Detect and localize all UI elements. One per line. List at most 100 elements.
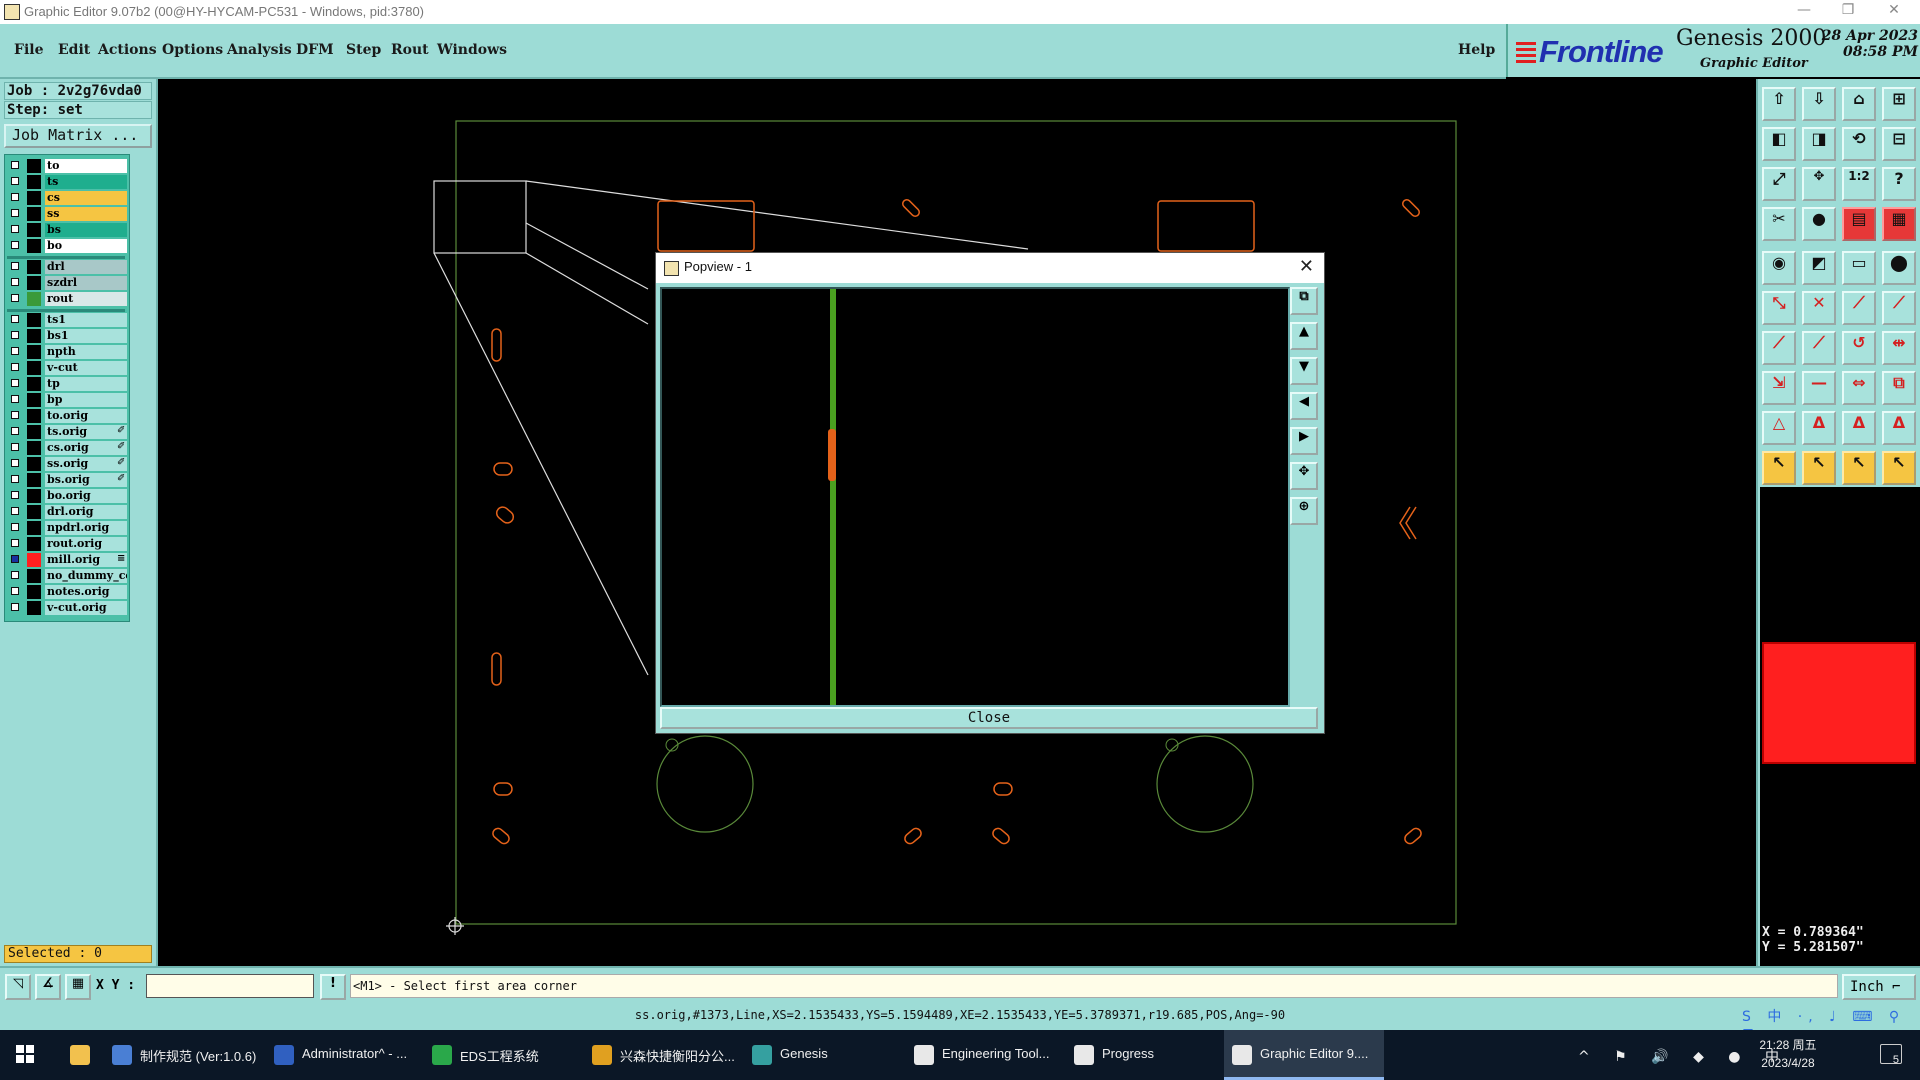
pad-icon[interactable]: ●	[1802, 207, 1836, 241]
menu-options[interactable]: Options	[162, 42, 223, 58]
layer-row[interactable]: bo	[9, 239, 127, 253]
popview-title-bar[interactable]: Popview - 1 ✕	[656, 253, 1324, 283]
layer-color-swatch[interactable]	[27, 585, 41, 599]
pad-add-icon[interactable]: ◉	[1762, 251, 1796, 285]
layer-checkbox[interactable]	[11, 347, 19, 355]
taskbar-item[interactable]: 制作规范 (Ver:1.0.6)	[104, 1030, 264, 1080]
layer-name[interactable]: bs.orig	[45, 473, 127, 487]
layer-name[interactable]: bo.orig	[45, 489, 127, 503]
delete-node-icon[interactable]: ✕	[1802, 291, 1836, 325]
select-pointer-icon[interactable]: ↖	[1762, 451, 1796, 485]
line-edit-icon[interactable]: ⟋	[1802, 331, 1836, 365]
layer-checkbox[interactable]	[11, 278, 19, 286]
copy-icon[interactable]: ⧉	[1882, 371, 1916, 405]
popview-pan-right-icon[interactable]: ▶	[1290, 427, 1318, 455]
layer-checkbox[interactable]	[11, 209, 19, 217]
layer-checkbox[interactable]	[11, 193, 19, 201]
layer-row[interactable]: ts	[9, 175, 127, 189]
layer-row[interactable]: drl.orig	[9, 505, 127, 519]
start-button[interactable]	[0, 1030, 54, 1080]
layer-row[interactable]: bs	[9, 223, 127, 237]
menu-analysis[interactable]: Analysis	[227, 42, 292, 58]
select-box-icon[interactable]: ↖	[1802, 451, 1836, 485]
menu-step[interactable]: Step	[346, 42, 381, 58]
one-to-one-icon[interactable]: 1:2	[1842, 167, 1876, 201]
ruler-icon[interactable]: ▭	[1842, 251, 1876, 285]
xy-input[interactable]	[146, 974, 314, 998]
layer-row[interactable]: ts1	[9, 313, 127, 327]
layer-color-swatch[interactable]	[27, 239, 41, 253]
layer-name[interactable]: notes.orig	[45, 585, 127, 599]
layer-name[interactable]: cs	[45, 191, 127, 205]
layer-row[interactable]: tp	[9, 377, 127, 391]
triangle-icon[interactable]: △	[1762, 411, 1796, 445]
move-icon[interactable]: ⇲	[1762, 371, 1796, 405]
pan-right-icon[interactable]: ◨	[1802, 127, 1836, 161]
layer-color-swatch[interactable]	[27, 537, 41, 551]
stretch-icon[interactable]: ⇔	[1842, 371, 1876, 405]
layer-name[interactable]: ts.orig	[45, 425, 127, 439]
layer-color-swatch[interactable]	[27, 361, 41, 375]
popview-zoom-fit-icon[interactable]: ⧉	[1290, 287, 1318, 315]
home-icon[interactable]: ⌂	[1842, 87, 1876, 121]
layer-row[interactable]: to.orig	[9, 409, 127, 423]
layer-checkbox[interactable]	[11, 603, 19, 611]
layer-name[interactable]: npth	[45, 345, 127, 359]
popview-canvas[interactable]	[660, 287, 1290, 707]
layer-row[interactable]: to	[9, 159, 127, 173]
layer-row[interactable]: v-cut	[9, 361, 127, 375]
layer-row[interactable]: bs.orig ✐	[9, 473, 127, 487]
layer-name[interactable]: szdrl	[45, 276, 127, 290]
layer-name[interactable]: bp	[45, 393, 127, 407]
layer-row[interactable]: cs	[9, 191, 127, 205]
taskbar-item[interactable]: Engineering Tool...	[906, 1030, 1064, 1080]
popview-pan-left-icon[interactable]: ◀	[1290, 392, 1318, 420]
popview-close-icon[interactable]: ✕	[1299, 256, 1314, 277]
layer-color-swatch[interactable]	[27, 159, 41, 173]
pan-left-icon[interactable]: ◧	[1762, 127, 1796, 161]
layer-name[interactable]: ts1	[45, 313, 127, 327]
layer-row[interactable]: bp	[9, 393, 127, 407]
popview-zoom-out-icon[interactable]: ⊕	[1290, 497, 1318, 525]
layer-color-swatch[interactable]	[27, 489, 41, 503]
select-net-icon[interactable]: ↖	[1882, 451, 1916, 485]
menu-rout[interactable]: Rout	[391, 42, 429, 58]
layer-checkbox[interactable]	[11, 427, 19, 435]
layer-name[interactable]: ss.orig	[45, 457, 127, 471]
layer-color-swatch[interactable]	[27, 553, 41, 567]
layer-checkbox[interactable]	[11, 459, 19, 467]
layer-name[interactable]: drl	[45, 260, 127, 274]
layer-color-swatch[interactable]	[27, 473, 41, 487]
layer-row[interactable]: notes.orig	[9, 585, 127, 599]
redraw-icon[interactable]: ⟲	[1842, 127, 1876, 161]
job-matrix-button[interactable]: Job Matrix ...	[4, 124, 152, 148]
popview-zoom-in-icon[interactable]: ✥	[1290, 462, 1318, 490]
layer-checkbox[interactable]	[11, 177, 19, 185]
connect-icon[interactable]: ⤡	[1762, 291, 1796, 325]
layer-row[interactable]: szdrl	[9, 276, 127, 290]
layer-checkbox[interactable]	[11, 491, 19, 499]
layer-color-swatch[interactable]	[27, 276, 41, 290]
layer-color-swatch[interactable]	[27, 425, 41, 439]
layer-name[interactable]: to	[45, 159, 127, 173]
taskbar-item[interactable]: Progress	[1066, 1030, 1222, 1080]
close-window-button[interactable]: ✕	[1882, 2, 1906, 20]
arc-icon[interactable]: ↺	[1842, 331, 1876, 365]
layer-checkbox[interactable]	[11, 241, 19, 249]
restore-button[interactable]: ❐	[1836, 2, 1860, 20]
layer-checkbox[interactable]	[11, 539, 19, 547]
taskbar-item[interactable]	[56, 1030, 102, 1080]
layer-row[interactable]: rout.orig	[9, 537, 127, 551]
layer-row[interactable]: ss.orig ✐	[9, 457, 127, 471]
taskbar-item[interactable]: EDS工程系统	[424, 1030, 582, 1080]
layer-checkbox[interactable]	[11, 571, 19, 579]
zoom-page-icon[interactable]: ⇩	[1802, 87, 1836, 121]
taskbar-item[interactable]: Genesis	[744, 1030, 904, 1080]
menu-edit[interactable]: Edit	[58, 42, 90, 58]
layer-color-swatch[interactable]	[27, 191, 41, 205]
layer-checkbox[interactable]	[11, 523, 19, 531]
taskbar-item[interactable]: 兴森快捷衡阳分公...	[584, 1030, 742, 1080]
popview-pan-up-icon[interactable]: ▲	[1290, 322, 1318, 350]
layer-row[interactable]: cs.orig ✐	[9, 441, 127, 455]
layer-color-swatch[interactable]	[27, 207, 41, 221]
